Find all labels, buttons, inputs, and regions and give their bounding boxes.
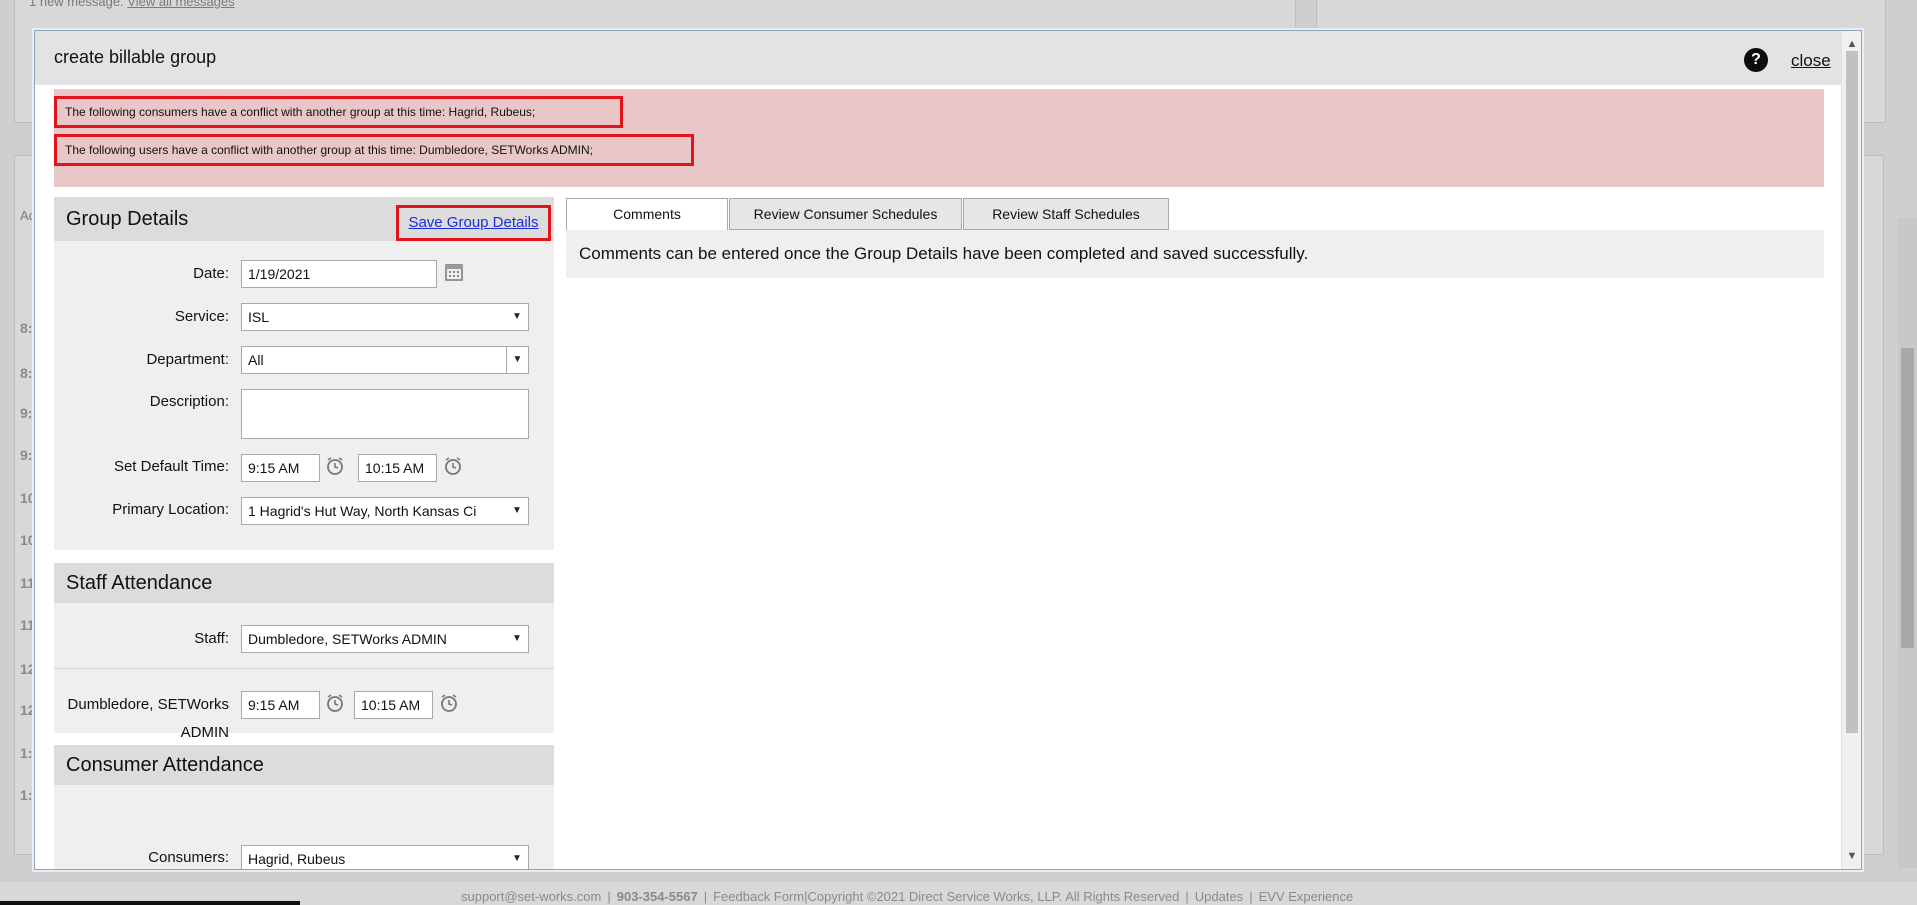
chevron-down-icon: ▼: [512, 853, 522, 864]
calendar-icon[interactable]: [443, 262, 465, 284]
service-select[interactable]: ISL ▼: [241, 303, 529, 331]
bg-bottom-bar: [0, 901, 300, 905]
clock-icon[interactable]: [442, 456, 464, 478]
staff-attendance-heading: Staff Attendance: [54, 563, 554, 603]
consumer-attendance-section: Consumer Attendance Consumers: Hagrid, R…: [54, 745, 554, 869]
bg-row-number: 8:: [20, 365, 33, 381]
user-conflict-label: The following users have a conflict with…: [65, 143, 594, 157]
consumer-attendance-heading: Consumer Attendance: [54, 745, 554, 785]
service-value: ISL: [248, 309, 270, 325]
dialog-title: create billable group: [54, 47, 217, 67]
staff-divider: [54, 668, 554, 669]
chevron-down-icon: ▼: [512, 633, 522, 644]
primary-location-label: Primary Location:: [112, 501, 229, 518]
bg-message-text: 1 new message. View all messages: [29, 0, 235, 9]
chevron-down-icon: ▼: [506, 498, 528, 524]
footer-feedback-link[interactable]: Feedback Form: [713, 889, 804, 904]
staff-end-time-input[interactable]: 10:15 AM: [354, 691, 433, 719]
default-end-time-input[interactable]: 10:15 AM: [358, 454, 437, 482]
primary-location-value: 1 Hagrid's Hut Way, North Kansas Ci: [248, 503, 477, 519]
bg-scroll-thumb[interactable]: [1901, 348, 1914, 648]
staff-row-name: Dumbledore, SETWorks: [54, 696, 229, 713]
staff-select[interactable]: Dumbledore, SETWorks ADMIN ▼: [241, 625, 529, 653]
bg-row-number: 1:: [20, 787, 33, 803]
department-value: All: [248, 352, 264, 368]
comments-message: Comments can be entered once the Group D…: [579, 244, 1309, 263]
staff-label: Staff:: [194, 630, 229, 647]
staff-start-time-input[interactable]: 9:15 AM: [241, 691, 320, 719]
staff-row-name-line2: ADMIN: [180, 724, 229, 741]
service-label: Service:: [174, 308, 229, 325]
footer-updates-link[interactable]: Updates: [1195, 889, 1243, 904]
close-link[interactable]: close: [1791, 51, 1831, 71]
bg-row-number: 1:: [20, 745, 33, 761]
staff-row-name-line1: Dumbledore, SETWorks: [67, 696, 229, 713]
consumer-conflict-label: The following consumers have a conflict …: [65, 105, 536, 119]
chevron-down-icon: ▼: [512, 311, 522, 322]
chevron-down-icon: ▼: [506, 347, 528, 373]
help-icon[interactable]: ?: [1744, 48, 1768, 72]
consumers-value: Hagrid, Rubeus: [248, 851, 346, 867]
comments-panel: Comments can be entered once the Group D…: [566, 230, 1824, 278]
tab-comments[interactable]: Comments: [566, 198, 728, 231]
date-input[interactable]: 1/19/2021: [241, 260, 437, 288]
department-select[interactable]: All ▼: [241, 346, 529, 374]
date-label: Date:: [193, 265, 229, 282]
footer-email-link[interactable]: support@set-works.com: [461, 889, 601, 904]
user-conflict-box: The following users have a conflict with…: [54, 134, 694, 166]
dialog-scrollbar[interactable]: ▲ ▼: [1841, 31, 1861, 869]
bg-row-number: 8:: [20, 320, 33, 336]
consumer-conflict-box: The following consumers have a conflict …: [54, 96, 623, 128]
consumers-label: Consumers:: [148, 849, 229, 866]
dialog-scroll-thumb[interactable]: [1846, 51, 1858, 733]
clock-icon[interactable]: [324, 693, 346, 715]
bg-message-count: 1 new message.: [29, 0, 124, 9]
staff-value: Dumbledore, SETWorks ADMIN: [248, 631, 447, 647]
tab-review-staff-schedules[interactable]: Review Staff Schedules: [963, 198, 1169, 230]
group-details-section: Group Details Save Group Details Date: 1…: [54, 197, 554, 550]
bg-row-number: 9:: [20, 405, 33, 421]
staff-attendance-section: Staff Attendance Staff: Dumbledore, SETW…: [54, 563, 554, 741]
consumers-select[interactable]: Hagrid, Rubeus ▼: [241, 845, 529, 869]
primary-location-select[interactable]: 1 Hagrid's Hut Way, North Kansas Ci ▼: [241, 497, 529, 525]
description-label: Description:: [149, 393, 229, 410]
create-billable-group-dialog: create billable group ? close ▲ ▼ The fo…: [34, 30, 1862, 870]
scroll-down-icon[interactable]: ▼: [1842, 847, 1862, 865]
department-label: Department:: [146, 351, 229, 368]
bg-view-all-link[interactable]: View all messages: [127, 0, 234, 9]
bg-page-scrollbar[interactable]: [1898, 218, 1917, 868]
default-time-label: Set Default Time:: [113, 458, 229, 475]
footer-phone: 903-354-5567: [616, 889, 698, 904]
clock-icon[interactable]: [324, 456, 346, 478]
footer-evv-link[interactable]: EVV Experience: [1259, 889, 1354, 904]
clock-icon[interactable]: [438, 693, 460, 715]
bg-row-number: 9:: [20, 447, 33, 463]
description-textarea[interactable]: [241, 389, 529, 439]
tab-review-consumer-schedules[interactable]: Review Consumer Schedules: [729, 198, 962, 230]
footer-copyright: Copyright ©2021 Direct Service Works, LL…: [807, 889, 1180, 904]
default-start-time-input[interactable]: 9:15 AM: [241, 454, 320, 482]
save-group-details-link[interactable]: Save Group Details: [396, 205, 551, 241]
dialog-header: create billable group ? close: [35, 31, 1841, 85]
